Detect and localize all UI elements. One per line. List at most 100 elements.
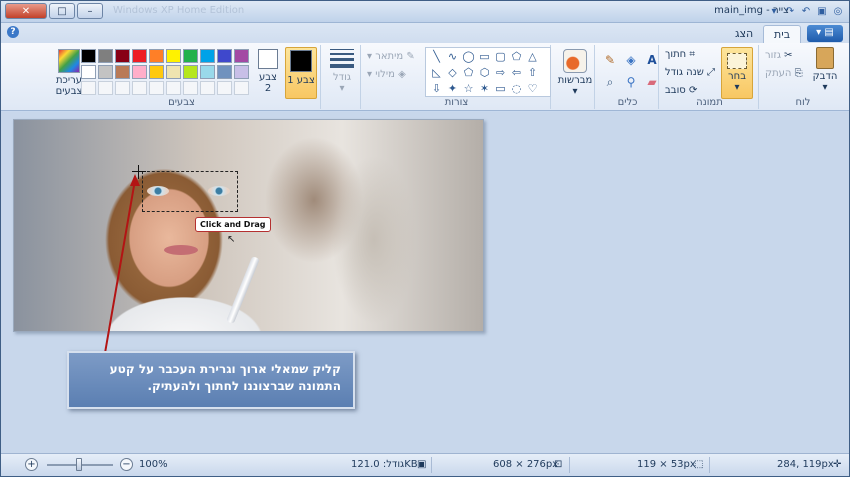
- arrow-up-icon[interactable]: ⇧: [525, 65, 540, 80]
- oval-icon[interactable]: ◯: [461, 49, 476, 64]
- maximize-button[interactable]: □: [49, 3, 75, 19]
- ribbon-tab-row: ? ▾ ▤ בית הצג: [1, 23, 849, 43]
- color-swatch[interactable]: [217, 65, 232, 79]
- dropdown-arrow-icon[interactable]: ▾: [767, 4, 781, 18]
- custom-color-slot[interactable]: [98, 81, 113, 95]
- brushes-button[interactable]: מברשות ▾: [555, 47, 595, 97]
- cursor-position-icon: ✛: [833, 459, 842, 470]
- color-swatch[interactable]: [115, 65, 130, 79]
- color-swatch[interactable]: [81, 65, 96, 79]
- color-picker-icon[interactable]: ⚲: [622, 73, 640, 92]
- custom-color-slot[interactable]: [217, 81, 232, 95]
- select-button[interactable]: בחר ▾: [721, 47, 753, 99]
- arrow-down-icon[interactable]: ⇩: [429, 81, 444, 96]
- rounded-rect-icon[interactable]: ▢: [493, 49, 508, 64]
- color-swatch[interactable]: [234, 49, 249, 63]
- heart-icon[interactable]: ♡: [525, 81, 540, 96]
- color-swatch[interactable]: [217, 49, 232, 63]
- color-swatch[interactable]: [98, 49, 113, 63]
- size-button[interactable]: גודל ▾: [327, 49, 357, 94]
- callout-rect-icon[interactable]: ▭: [493, 81, 508, 96]
- triangle-icon[interactable]: △: [525, 49, 540, 64]
- zoom-out-button[interactable]: −: [120, 458, 133, 471]
- star-six-icon[interactable]: ✶: [477, 81, 492, 96]
- crop-button[interactable]: ⌗ חתוך: [665, 49, 695, 60]
- fill-button[interactable]: ◈ מילוי ▾: [367, 69, 406, 80]
- colors-group: עריכת צבעים צבע 2 צבע 1 צבעים: [43, 45, 321, 109]
- diamond-icon[interactable]: ◇: [445, 65, 460, 80]
- color-swatch[interactable]: [132, 65, 147, 79]
- pentagon-icon[interactable]: ⬠: [461, 65, 476, 80]
- zoom-in-button[interactable]: +: [25, 458, 38, 471]
- outline-button[interactable]: ✎ מיתאר ▾: [367, 51, 415, 62]
- status-divider: [431, 457, 432, 473]
- color-swatch[interactable]: [200, 49, 215, 63]
- curve-icon[interactable]: ∿: [445, 49, 460, 64]
- star-five-icon[interactable]: ☆: [461, 81, 476, 96]
- color-swatch[interactable]: [183, 65, 198, 79]
- close-button[interactable]: ✕: [5, 3, 47, 19]
- cut-button[interactable]: ✂ גזור: [765, 50, 793, 61]
- arrow-right-icon[interactable]: ⇨: [493, 65, 508, 80]
- paint-app-icon[interactable]: ◎: [831, 4, 845, 18]
- redo-icon[interactable]: ↷: [783, 4, 797, 18]
- color-swatch[interactable]: [166, 49, 181, 63]
- shapes-group: ╲ ∿ ◯ ▭ ▢ ⬠ △ ◺ ◇ ⬠ ⬡ ⇨ ⇦ ⇧ ⇩ ✦ ☆ ✶ ▭ ◌: [363, 45, 551, 109]
- paste-button[interactable]: הדבק ▾: [809, 47, 841, 93]
- color2-swatch: [258, 49, 278, 69]
- tab-view[interactable]: הצג: [725, 25, 763, 43]
- rectangle-icon[interactable]: ▭: [477, 49, 492, 64]
- color1-button[interactable]: צבע 1: [285, 47, 317, 99]
- color-swatch[interactable]: [183, 49, 198, 63]
- arrow-left-icon[interactable]: ⇦: [509, 65, 524, 80]
- right-triangle-icon[interactable]: ◺: [429, 65, 444, 80]
- fill-icon: ◈: [398, 69, 406, 80]
- eraser-icon[interactable]: ▰: [643, 73, 661, 92]
- minimize-button[interactable]: –: [77, 3, 103, 19]
- brushes-group: מברשות ▾: [553, 45, 595, 109]
- color-swatch[interactable]: [115, 49, 130, 63]
- chevron-down-icon: ▾: [734, 82, 740, 93]
- color-swatch[interactable]: [166, 65, 181, 79]
- line-icon[interactable]: ╲: [429, 49, 444, 64]
- custom-color-slot[interactable]: [234, 81, 249, 95]
- callout-oval-icon[interactable]: ◌: [509, 81, 524, 96]
- custom-color-slot[interactable]: [115, 81, 130, 95]
- custom-color-slot[interactable]: [81, 81, 96, 95]
- save-icon[interactable]: ▣: [815, 4, 829, 18]
- star-four-icon[interactable]: ✦: [445, 81, 460, 96]
- magnifier-icon[interactable]: ⌕: [601, 73, 619, 92]
- polygon-icon[interactable]: ⬠: [509, 49, 524, 64]
- custom-color-slot[interactable]: [132, 81, 147, 95]
- outline-icon: ✎: [406, 51, 415, 62]
- undo-icon[interactable]: ↶: [799, 4, 813, 18]
- hexagon-icon[interactable]: ⬡: [477, 65, 492, 80]
- fill-bucket-icon[interactable]: ◈: [622, 51, 640, 70]
- color-swatch[interactable]: [98, 65, 113, 79]
- copy-button[interactable]: ⎘ העתק: [765, 68, 803, 79]
- zoom-level: 100%: [139, 459, 168, 470]
- custom-color-slot[interactable]: [149, 81, 164, 95]
- color-swatch[interactable]: [149, 65, 164, 79]
- text-tool-icon[interactable]: A: [643, 51, 661, 70]
- selection-size: 119 × 53px: [637, 459, 696, 470]
- file-size-icon: ▣: [417, 459, 427, 470]
- color-swatch[interactable]: [149, 49, 164, 63]
- image-group-label: תמונה: [696, 97, 723, 108]
- color-swatch[interactable]: [234, 65, 249, 79]
- custom-color-slot[interactable]: [166, 81, 181, 95]
- color2-button[interactable]: צבע 2: [255, 49, 281, 94]
- resize-button[interactable]: ⤢ שנה גודל: [665, 67, 715, 78]
- custom-color-slot[interactable]: [200, 81, 215, 95]
- color-swatch[interactable]: [132, 49, 147, 63]
- color-swatch[interactable]: [200, 65, 215, 79]
- zoom-slider-thumb[interactable]: [76, 458, 82, 471]
- help-icon[interactable]: ?: [7, 26, 19, 38]
- paint-menu-button[interactable]: ▾ ▤: [807, 25, 843, 42]
- color-swatch[interactable]: [81, 49, 96, 63]
- tab-home[interactable]: בית: [763, 25, 802, 43]
- custom-color-slot[interactable]: [183, 81, 198, 95]
- rotate-button[interactable]: ⟳ סובב: [665, 85, 697, 96]
- file-size: גודל: 121.0KB: [351, 459, 418, 470]
- pencil-icon[interactable]: ✎: [601, 51, 619, 70]
